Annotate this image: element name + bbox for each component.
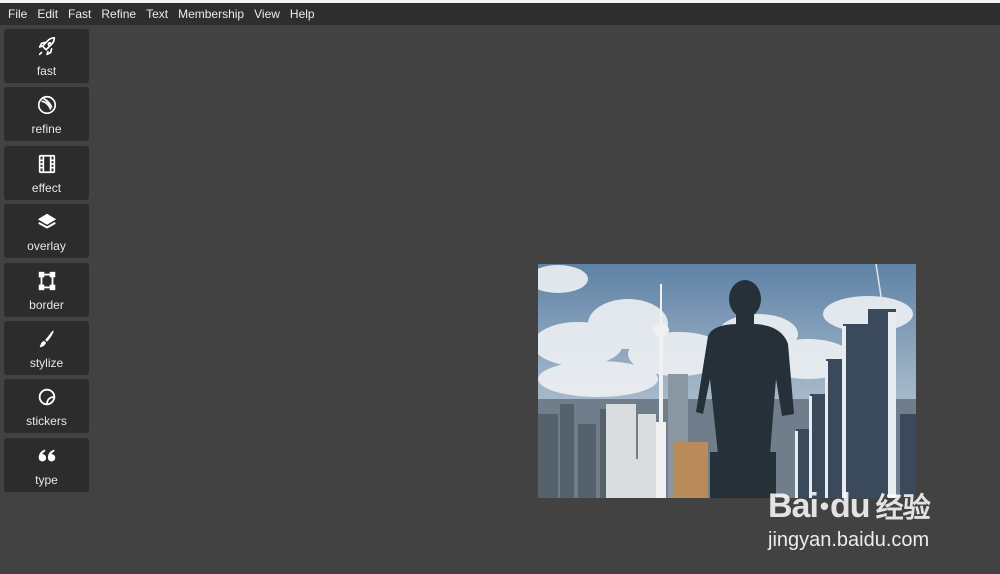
tool-fast-button[interactable]: fast (4, 29, 89, 83)
tool-label: stylize (29, 355, 64, 370)
menu-view[interactable]: View (249, 3, 285, 25)
menu-file[interactable]: File (3, 3, 32, 25)
photo-editor-app: File Edit Fast Refine Text Membership Vi… (0, 0, 1000, 574)
tool-label: refine (31, 122, 62, 137)
tool-label: border (29, 297, 64, 312)
layers-icon (35, 210, 59, 234)
menu-help[interactable]: Help (285, 3, 320, 25)
tool-effect-button[interactable]: effect (4, 145, 89, 200)
tool-label: overlay (27, 239, 66, 254)
film-icon (35, 152, 59, 176)
tool-sidebar: fast refine effect overlay border styliz… (4, 29, 89, 496)
tool-type-button[interactable]: type (4, 437, 89, 492)
tool-refine-button[interactable]: refine (4, 87, 89, 142)
baidu-url: jingyan.baidu.com (768, 529, 930, 551)
refine-icon (35, 93, 59, 117)
quote-icon (35, 444, 59, 468)
tool-border-button[interactable]: border (4, 262, 89, 317)
menu-refine[interactable]: Refine (96, 3, 141, 25)
tool-overlay-button[interactable]: overlay (4, 204, 89, 259)
menu-membership[interactable]: Membership (173, 3, 249, 25)
tool-label: effect (31, 180, 62, 195)
tool-label: stickers (26, 414, 67, 429)
rocket-icon (35, 35, 59, 59)
menu-edit[interactable]: Edit (32, 3, 63, 25)
canvas-photo[interactable] (538, 264, 916, 498)
brush-icon (35, 327, 59, 351)
sticker-icon (35, 385, 59, 409)
tool-label: type (35, 472, 58, 487)
menu-text[interactable]: Text (141, 3, 173, 25)
tool-label: fast (36, 64, 57, 78)
tool-stickers-button[interactable]: stickers (4, 379, 89, 434)
menu-bar: File Edit Fast Refine Text Membership Vi… (0, 3, 1000, 25)
menu-fast[interactable]: Fast (63, 3, 96, 25)
tool-stylize-button[interactable]: stylize (4, 320, 89, 375)
border-frame-icon (35, 269, 59, 293)
